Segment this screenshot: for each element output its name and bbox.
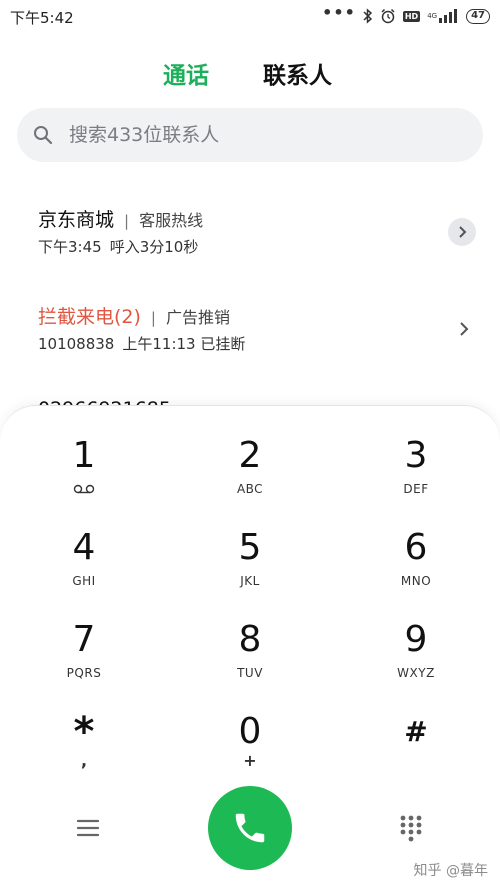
dial-key-1[interactable]: 1 [24, 436, 144, 516]
separator: | [124, 212, 130, 230]
key-pause: , [80, 751, 88, 770]
network-type: 4G [427, 11, 438, 20]
dial-key-4[interactable]: 4 GHI [24, 528, 144, 608]
key-digit: 7 [72, 619, 96, 660]
search-icon [34, 126, 53, 145]
tab-bar: 通话 联系人 [0, 56, 500, 90]
call-item-detail: 10108838 上午11:13 已挂断 [38, 333, 245, 354]
key-letters: JKL [240, 574, 260, 588]
dial-key-6[interactable]: 6 MNO [356, 528, 476, 608]
key-letters: TUV [237, 666, 263, 680]
search-input[interactable] [69, 108, 469, 162]
dial-key-3[interactable]: 3 DEF [356, 436, 476, 516]
call-detail: 上午11:13 已挂断 [122, 335, 246, 353]
key-digit: 5 [238, 527, 262, 568]
bluetooth-icon [363, 8, 373, 24]
key-digit: 9 [404, 619, 428, 660]
key-digit: 1 [72, 435, 96, 476]
key-digit: * [73, 709, 95, 755]
key-digit: 4 [72, 527, 96, 568]
notification-dots-icon: ••• [322, 3, 356, 22]
dial-key-5[interactable]: 5 JKL [190, 528, 310, 608]
status-time: 下午5:42 [10, 9, 74, 27]
call-item-title: 拦截来电(2) | 广告推销 [38, 302, 230, 329]
battery-icon: 47 [466, 8, 490, 24]
caller-tag: 客服热线 [139, 211, 204, 230]
alarm-icon [380, 8, 396, 24]
hd-voice-icon: HD [402, 10, 421, 22]
dial-key-2[interactable]: 2 ABC [190, 436, 310, 516]
tab-contacts[interactable]: 联系人 [263, 56, 332, 90]
blocked-calls-label: 拦截来电(2) [38, 306, 141, 328]
dial-key-8[interactable]: 8 TUV [190, 620, 310, 700]
key-letters: ABC [236, 482, 264, 496]
tab-calls[interactable]: 通话 [163, 56, 209, 90]
call-time: 下午3:45 [38, 238, 102, 256]
caller-name: 京东商城 [38, 209, 115, 231]
key-letters: DEF [403, 482, 429, 496]
voicemail-icon [73, 484, 95, 494]
menu-icon[interactable] [74, 816, 102, 840]
key-digit: 8 [238, 619, 262, 660]
key-letters: GHI [72, 574, 96, 588]
dial-key-star[interactable]: * , [24, 712, 144, 792]
key-plus: + [243, 751, 257, 770]
phone-icon [235, 813, 265, 843]
blocked-calls-button[interactable] [450, 315, 478, 343]
signal-icon: 4G [427, 9, 459, 23]
dial-key-hash[interactable]: # [356, 712, 476, 792]
call-button[interactable] [208, 786, 292, 870]
call-item-detail: 下午3:45 呼入3分10秒 [38, 236, 198, 257]
dial-key-9[interactable]: 9 WXYZ [356, 620, 476, 700]
keypad-toggle-icon[interactable] [398, 814, 424, 844]
status-bar: 下午5:42 ••• HD 4G 47 [0, 0, 500, 34]
call-detail: 呼入3分10秒 [109, 238, 199, 256]
call-log-item[interactable]: 京东商城 | 客服热线 下午3:45 呼入3分10秒 [0, 205, 500, 277]
key-digit: 6 [404, 527, 428, 568]
key-digit: 3 [404, 435, 428, 476]
dial-key-0[interactable]: 0 + [190, 712, 310, 792]
watermark: 知乎 @暮年 [413, 863, 488, 879]
key-letters: WXYZ [397, 666, 435, 680]
chevron-right-icon [460, 322, 469, 336]
key-letters: MNO [400, 574, 432, 588]
chevron-right-icon [459, 226, 467, 238]
call-number: 10108838 [38, 335, 115, 353]
dialpad: 1 2 ABC 3 DEF 4 GHI 5 JKL 6 MNO 7 PQRS 8… [0, 405, 500, 888]
key-digit: 0 [238, 711, 262, 752]
search-bar[interactable] [17, 108, 483, 162]
call-item-title: 京东商城 | 客服热线 [38, 205, 203, 232]
call-details-button[interactable] [448, 218, 476, 246]
dial-key-7[interactable]: 7 PQRS [24, 620, 144, 700]
caller-tag: 广告推销 [165, 308, 230, 327]
status-icons: ••• HD 4G 47 [322, 3, 490, 26]
key-letters: PQRS [66, 666, 102, 680]
separator: | [150, 309, 156, 327]
key-digit: # [404, 715, 428, 748]
call-log-item-blocked[interactable]: 拦截来电(2) | 广告推销 10108838 上午11:13 已挂断 [0, 302, 500, 374]
key-digit: 2 [238, 435, 262, 476]
